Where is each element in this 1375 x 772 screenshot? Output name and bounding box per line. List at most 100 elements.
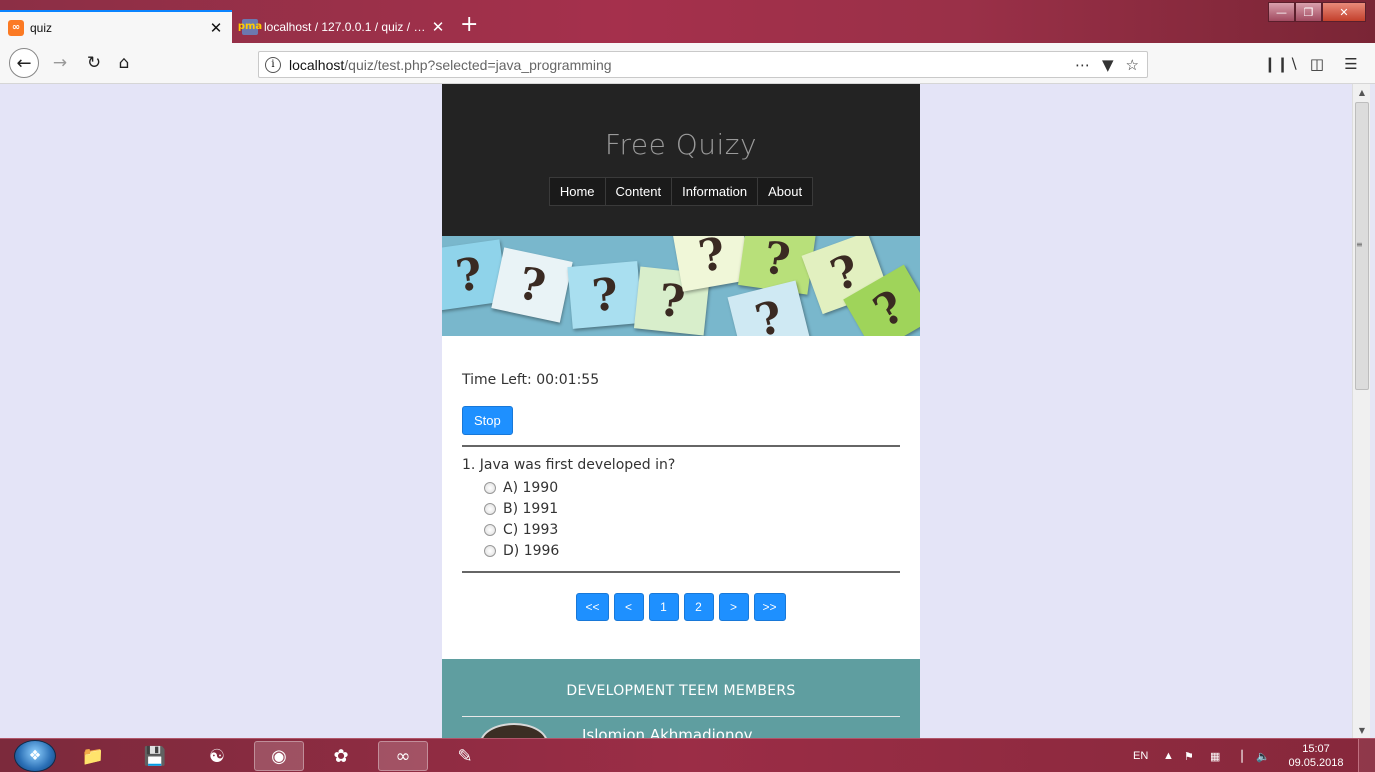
close-tab-icon[interactable]: ✕ bbox=[430, 18, 446, 36]
page-2-button[interactable]: 2 bbox=[683, 593, 714, 621]
clock-date: 09.05.2018 bbox=[1288, 757, 1344, 769]
member-avatar bbox=[480, 723, 548, 738]
phpmyadmin-icon: pma bbox=[238, 18, 262, 35]
option-label: C) 1993 bbox=[503, 521, 559, 538]
windows-taskbar: ❖ 📁 💾 ☯ ◉ ✿ ∞ ✎ EN ▲ ⚑ ▦ ▕ 🔈 15:07 09.05… bbox=[0, 738, 1375, 772]
time-left-label: Time Left: 00:01:55 bbox=[462, 372, 600, 388]
quiz-content: Time Left: 00:01:55 Stop 1. Java was fir… bbox=[442, 336, 920, 621]
scroll-down-icon[interactable]: ▼ bbox=[1353, 722, 1371, 738]
firefox-icon[interactable]: ◉ bbox=[254, 741, 304, 771]
start-button[interactable]: ❖ bbox=[14, 740, 56, 772]
pagination: << < 1 2 > >> bbox=[462, 593, 900, 621]
banner-note: ? bbox=[567, 261, 643, 329]
network-icon[interactable]: ▕ bbox=[1234, 739, 1242, 772]
option-c[interactable]: C) 1993 bbox=[484, 519, 900, 540]
address-bar[interactable]: i localhost/quiz/test.php?selected=java_… bbox=[258, 51, 1148, 78]
vertical-scrollbar[interactable]: ▲ ≡ ▼ bbox=[1352, 84, 1370, 738]
answer-options: A) 1990 B) 1991 C) 1993 D) 1996 bbox=[484, 477, 900, 561]
show-hidden-icons-icon[interactable]: ▲ bbox=[1163, 739, 1174, 772]
tab-quiz[interactable]: ∞ quiz ✕ bbox=[0, 10, 232, 43]
explorer-icon[interactable]: 📁 bbox=[68, 741, 118, 771]
window-controls: — ❐ ✕ bbox=[1268, 2, 1366, 22]
site-header: Free Quizy Home Content Information Abou… bbox=[442, 84, 920, 236]
tab-strip: ∞ quiz ✕ pma localhost / 127.0.0.1 / qui… bbox=[0, 0, 1375, 43]
scroll-up-icon[interactable]: ▲ bbox=[1353, 84, 1371, 100]
url-actions: ⋯ ▼ ☆ bbox=[1075, 56, 1139, 74]
first-page-button[interactable]: << bbox=[576, 593, 609, 621]
scroll-grip-icon: ≡ bbox=[1356, 240, 1363, 249]
arrow-left-icon: ← bbox=[16, 52, 32, 74]
new-tab-button[interactable]: + bbox=[460, 12, 478, 38]
stop-button[interactable]: Stop bbox=[462, 406, 513, 435]
bookmark-star-icon[interactable]: ☆ bbox=[1126, 56, 1139, 74]
menu-hamburger-icon[interactable]: ☰ bbox=[1340, 53, 1362, 75]
url-path: /quiz/test.php?selected=java_programming bbox=[344, 56, 612, 73]
main-menu: Home Content Information About bbox=[548, 177, 814, 206]
more-actions-icon[interactable]: ⋯ bbox=[1075, 56, 1090, 74]
internet-explorer-icon[interactable]: ☯ bbox=[192, 741, 242, 771]
banner-note: ? bbox=[491, 247, 573, 323]
option-label: D) 1996 bbox=[503, 542, 560, 559]
clock-time: 15:07 bbox=[1302, 743, 1330, 755]
radio-button[interactable] bbox=[484, 481, 496, 494]
url-host: localhost bbox=[289, 56, 345, 73]
radio-button[interactable] bbox=[484, 544, 496, 557]
option-label: B) 1991 bbox=[503, 500, 559, 517]
last-page-button[interactable]: >> bbox=[753, 593, 786, 621]
volume-icon[interactable]: 🔈 bbox=[1256, 739, 1270, 772]
tab-phpmyadmin[interactable]: pma localhost / 127.0.0.1 / quiz / users… bbox=[234, 10, 454, 43]
xampp-icon: ∞ bbox=[8, 19, 24, 36]
divider bbox=[462, 571, 900, 573]
save-disk-icon[interactable]: 💾 bbox=[130, 741, 180, 771]
menu-item-content[interactable]: Content bbox=[604, 178, 672, 205]
tab-title: quiz bbox=[30, 20, 53, 35]
footer-divider bbox=[462, 716, 900, 717]
question-text: 1. Java was first developed in? bbox=[462, 457, 676, 473]
xampp-taskbar-icon[interactable]: ∞ bbox=[378, 741, 428, 771]
pocket-icon[interactable]: ▼ bbox=[1102, 56, 1114, 74]
show-desktop-button[interactable] bbox=[1358, 739, 1375, 772]
close-window-button[interactable]: ✕ bbox=[1322, 2, 1366, 22]
maximize-button[interactable]: ❐ bbox=[1295, 2, 1322, 22]
reload-icon: ↻ bbox=[86, 53, 102, 73]
site-footer: DEVELOPMENT TEEM MEMBERS Islomjon Akhmad… bbox=[442, 659, 920, 738]
forward-button[interactable]: → bbox=[49, 52, 71, 74]
page-1-button[interactable]: 1 bbox=[648, 593, 679, 621]
language-indicator[interactable]: EN bbox=[1133, 739, 1148, 772]
tab-title: localhost / 127.0.0.1 / quiz / users bbox=[264, 19, 430, 34]
menu-item-information[interactable]: Information bbox=[671, 178, 757, 205]
home-button[interactable]: ⌂ bbox=[113, 52, 135, 74]
reload-button[interactable]: ↻ bbox=[83, 52, 105, 74]
device-icon[interactable]: ▦ bbox=[1210, 739, 1220, 772]
info-icon[interactable]: i bbox=[265, 56, 281, 73]
radio-button[interactable] bbox=[484, 523, 496, 536]
arrow-right-icon: → bbox=[52, 53, 68, 73]
menu-item-about[interactable]: About bbox=[757, 178, 812, 205]
option-d[interactable]: D) 1996 bbox=[484, 540, 900, 561]
home-icon: ⌂ bbox=[118, 53, 130, 73]
option-a[interactable]: A) 1990 bbox=[484, 477, 900, 498]
library-icon[interactable]: ❙❙∖ bbox=[1264, 53, 1299, 75]
quiz-page: Free Quizy Home Content Information Abou… bbox=[442, 84, 920, 738]
site-title: Free Quizy bbox=[604, 128, 758, 161]
radio-button[interactable] bbox=[484, 502, 496, 515]
prev-page-button[interactable]: < bbox=[613, 593, 644, 621]
menu-item-home[interactable]: Home bbox=[550, 178, 605, 205]
url-text[interactable]: localhost/quiz/test.php?selected=java_pr… bbox=[289, 57, 1075, 73]
divider bbox=[462, 445, 900, 447]
clock[interactable]: 15:07 09.05.2018 bbox=[1282, 742, 1350, 770]
sidebar-icon[interactable]: ◫ bbox=[1306, 53, 1328, 75]
navigation-toolbar: ← → ↻ ⌂ i localhost/quiz/test.php?select… bbox=[0, 43, 1375, 84]
question-marks-banner: ? ? ? ? ? ? ? ? ? bbox=[442, 236, 920, 336]
back-button[interactable]: ← bbox=[9, 48, 39, 78]
minimize-button[interactable]: — bbox=[1268, 2, 1295, 22]
windows-logo-icon: ❖ bbox=[28, 748, 42, 764]
uc-browser-icon[interactable]: ✿ bbox=[316, 741, 366, 771]
member-name: Islomjon Akhmadjonov bbox=[582, 726, 753, 738]
close-tab-icon[interactable]: ✕ bbox=[208, 19, 224, 37]
option-label: A) 1990 bbox=[503, 479, 559, 496]
option-b[interactable]: B) 1991 bbox=[484, 498, 900, 519]
action-center-flag-icon[interactable]: ⚑ bbox=[1184, 739, 1194, 772]
paint-icon[interactable]: ✎ bbox=[440, 741, 490, 771]
next-page-button[interactable]: > bbox=[718, 593, 749, 621]
